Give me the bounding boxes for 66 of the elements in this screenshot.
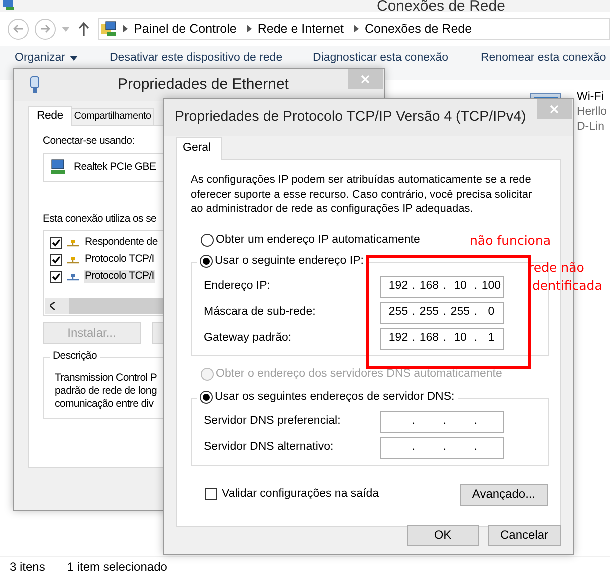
checkbox-label[interactable]: Validar configurações na saída xyxy=(222,488,380,502)
up-arrow-icon[interactable] xyxy=(78,22,90,36)
window-title: Propriedades de Ethernet xyxy=(118,76,289,94)
tab[interactable]: Rede xyxy=(28,106,72,126)
list-item[interactable]: Respondente de xyxy=(84,236,159,249)
tab[interactable]: Geral xyxy=(176,137,222,160)
ip-address-field[interactable]: 192 . 168 . 10 . 100 xyxy=(380,276,504,298)
tab[interactable]: Compartilhamento xyxy=(71,108,154,125)
ip-address-field[interactable]: 192 . 168 . 10 . 1 xyxy=(380,328,504,350)
field-label: Esta conexão utiliza os se xyxy=(43,212,157,226)
cancel-button[interactable]: Cancelar xyxy=(488,525,561,546)
network-folder-icon xyxy=(101,21,117,37)
breadcrumb-item[interactable]: Rede e Internet xyxy=(258,22,344,36)
instruction-text: As configurações IP podem ser atribuídas automaticamente se a rede oferecer suporte a esse recurso. Caso contrário, você precisa solicitar ao administrador de rede as configurações IP adequadas. xyxy=(191,173,534,216)
close-icon xyxy=(361,74,370,84)
toolbar-button[interactable]: Desativar este dispositivo de rede xyxy=(110,52,313,66)
scroll-left-icon xyxy=(50,302,55,310)
radio-button[interactable] xyxy=(200,390,213,404)
checkbox[interactable] xyxy=(50,254,62,266)
field-label: Servidor DNS preferencial: xyxy=(204,414,342,428)
forward-arrow-icon xyxy=(40,24,51,34)
checkbox[interactable] xyxy=(50,270,62,283)
protocol-icon xyxy=(67,238,79,247)
checkbox[interactable] xyxy=(50,236,62,249)
chevron-icon xyxy=(246,25,252,33)
ip-address-field[interactable]: 255 . 255 . 255 . 0 xyxy=(380,302,504,324)
breadcrumb-item[interactable]: Conexões de Rede xyxy=(365,22,472,36)
connection-detail: D-Lin xyxy=(577,120,606,135)
radio-label[interactable]: Obter um endereço IP automaticamente xyxy=(216,234,420,248)
field-label: Conectar-se usando: xyxy=(43,135,135,148)
radio-button[interactable] xyxy=(200,254,213,268)
chevron-icon xyxy=(354,25,360,33)
radio-button[interactable] xyxy=(201,234,214,247)
back-arrow-icon xyxy=(13,24,24,34)
protocol-icon xyxy=(67,272,79,281)
chevron-icon xyxy=(123,25,128,33)
close-icon xyxy=(550,104,559,114)
window-title: Conexões de Rede xyxy=(377,0,506,16)
breadcrumb-item[interactable]: Painel de Controle xyxy=(134,22,237,36)
field-label: Endereço IP: xyxy=(204,280,272,294)
ok-button[interactable]: OK xyxy=(407,525,479,546)
network-adapter-icon xyxy=(50,159,66,176)
group-title: Descrição xyxy=(50,350,100,363)
advanced-button[interactable]: Avançado... xyxy=(460,484,548,506)
checkbox[interactable] xyxy=(205,488,217,500)
status-text: 3 itens xyxy=(10,560,46,575)
list-item[interactable]: Protocolo TCP/I xyxy=(84,270,156,283)
list-item[interactable]: Protocolo TCP/I xyxy=(84,253,156,266)
field-label: Máscara de sub-rede: xyxy=(204,306,317,320)
toolbar-button[interactable]: Renomear esta conexão xyxy=(481,52,606,66)
annotation-text: não funciona xyxy=(470,233,552,248)
field-label: Gateway padrão: xyxy=(204,332,293,346)
plug-icon xyxy=(30,76,40,94)
ip-address-field[interactable]: . . . xyxy=(380,410,504,432)
protocol-icon xyxy=(67,256,79,264)
ip-address-field[interactable]: . . . xyxy=(380,436,504,458)
toolbar-button[interactable]: Diagnosticar esta conexão xyxy=(313,52,481,66)
toolbar-button[interactable]: Organizar xyxy=(15,52,110,66)
connection-name: Wi-Fi xyxy=(577,90,605,105)
description-text: Transmission Control P padrão de rede de long comunicação entre div xyxy=(55,372,158,412)
network-icon xyxy=(2,0,16,10)
field-label: Servidor DNS alternativo: xyxy=(204,440,335,454)
address-bar[interactable]: Painel de Controle Rede e Internet Conexões de Rede xyxy=(98,18,610,40)
window-title: Propriedades de Protocolo TCP/IP Versão 4 (TCP/IPv4) xyxy=(175,108,526,126)
status-text: 1 item selecionado xyxy=(67,560,168,575)
connection-detail: Herllo xyxy=(577,105,608,120)
